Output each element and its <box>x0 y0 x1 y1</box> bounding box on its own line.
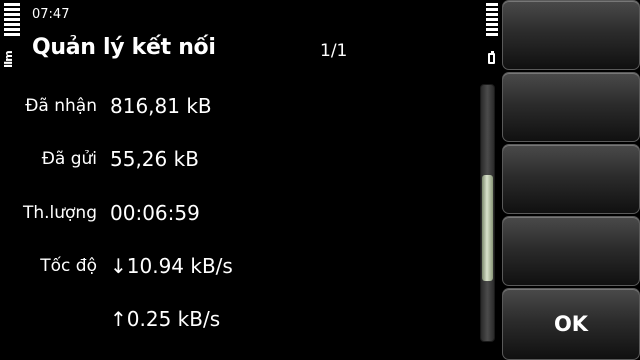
detail-row-sent: Đã gửi 55,26 kB <box>0 141 470 177</box>
battery-level-icon <box>486 3 500 39</box>
page-indicator: 1/1 <box>320 41 348 61</box>
scrollbar-thumb[interactable] <box>482 175 493 281</box>
upload-speed-value: ↑0.25 kB/s <box>110 307 221 331</box>
detail-row-received: Đã nhận 816,81 kB <box>0 88 470 124</box>
scrollbar[interactable] <box>480 84 495 342</box>
detail-row-duration: Th.lượng 00:06:59 <box>0 195 470 231</box>
battery-icon <box>488 51 495 64</box>
duration-label: Th.lượng <box>22 203 97 223</box>
received-label: Đã nhận <box>25 96 97 116</box>
sent-value: 55,26 kB <box>110 147 199 171</box>
packet-data-icon: Ⅱm <box>2 51 15 68</box>
detail-row-speed-up: ↑0.25 kB/s <box>0 301 470 337</box>
sent-label: Đã gửi <box>41 149 97 169</box>
signal-strength-icon <box>4 3 20 39</box>
ok-button-label: OK <box>553 312 589 336</box>
download-speed-value: ↓10.94 kB/s <box>110 254 233 278</box>
screen: Ⅱm 07:47 Quản lý kết nối 1/1 Đã nhận 816… <box>0 0 640 360</box>
toolbar: OK <box>502 0 640 360</box>
toolbar-button-4[interactable] <box>502 216 640 286</box>
toolbar-button-1[interactable] <box>502 0 640 70</box>
page-title: Quản lý kết nối <box>32 35 216 60</box>
toolbar-button-3[interactable] <box>502 144 640 214</box>
received-value: 816,81 kB <box>110 94 212 118</box>
status-clock: 07:47 <box>32 7 70 22</box>
ok-button[interactable]: OK <box>502 288 640 360</box>
toolbar-button-2[interactable] <box>502 72 640 142</box>
detail-row-speed-down: Tốc độ ↓10.94 kB/s <box>0 248 470 284</box>
speed-label: Tốc độ <box>40 256 97 276</box>
duration-value: 00:06:59 <box>110 201 200 225</box>
